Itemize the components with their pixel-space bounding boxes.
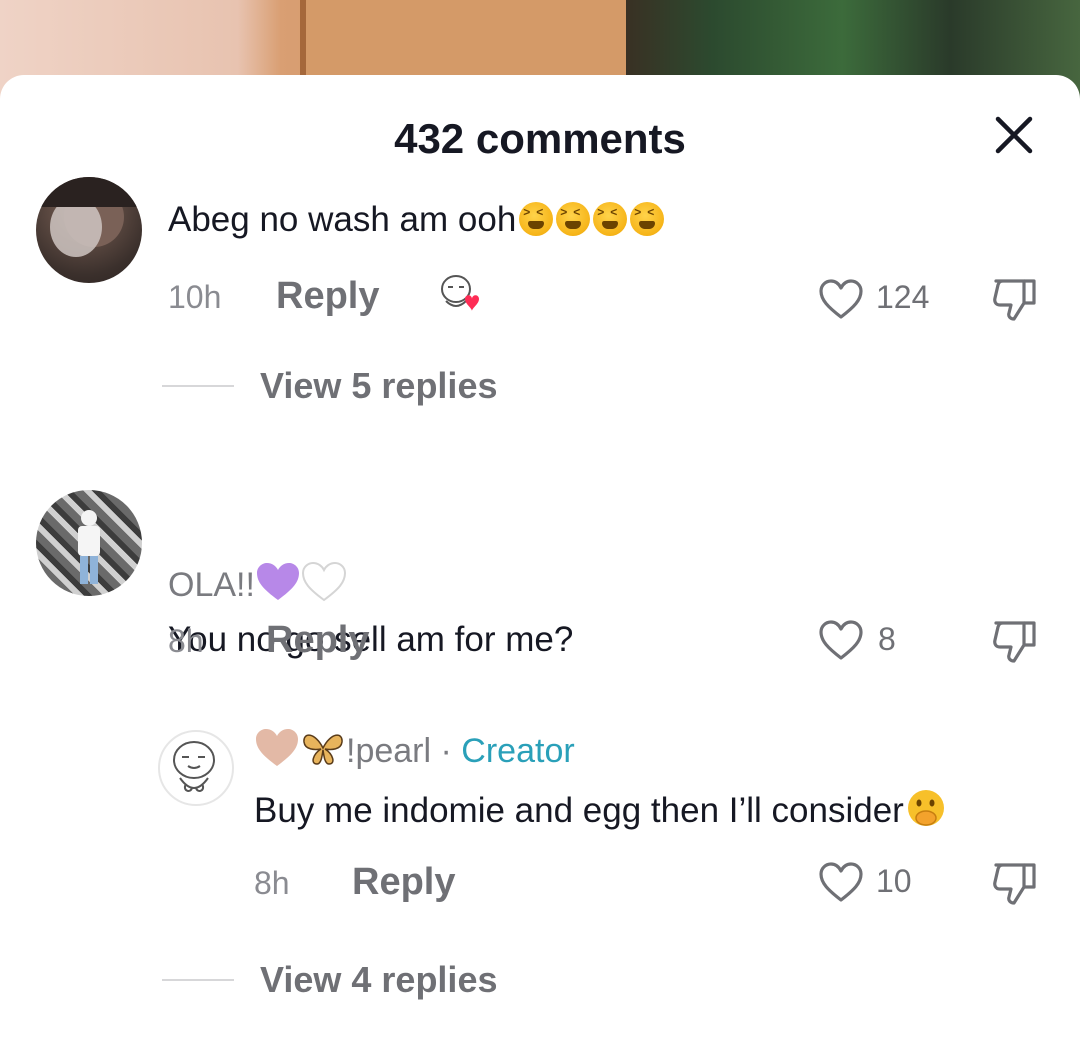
- dislike-button[interactable]: [990, 619, 1038, 670]
- creator-label: Creator: [461, 732, 575, 770]
- heart-outline-icon: [819, 620, 863, 660]
- comment-username[interactable]: OLA!!: [168, 561, 347, 611]
- comment-item: OLA!! You no go sell am for me?: [0, 490, 1080, 720]
- avatar[interactable]: [36, 177, 142, 283]
- dislike-button[interactable]: [990, 277, 1038, 328]
- avatar[interactable]: [158, 730, 234, 806]
- like-button[interactable]: [818, 279, 864, 326]
- like-count: 8: [878, 621, 896, 657]
- thumbs-down-icon: [993, 863, 1036, 905]
- comments-count-title: 432 comments: [394, 115, 686, 162]
- comment-time: 8h: [254, 865, 290, 901]
- creator-liked-icon: [436, 273, 490, 326]
- reply-comment-item: !pearl · Creator Buy me indomie and egg …: [0, 728, 1080, 1030]
- heart-outline-icon: [819, 279, 863, 319]
- view-replies-divider: [162, 979, 234, 981]
- thumbs-down-icon: [993, 279, 1036, 321]
- comment-time: 8h: [168, 623, 204, 659]
- purple-heart-emoji: [255, 562, 301, 611]
- close-icon: [995, 116, 1033, 154]
- avatar[interactable]: [36, 490, 142, 596]
- light-brown-heart-emoji: [254, 728, 300, 777]
- reply-button[interactable]: Reply: [352, 861, 455, 904]
- like-count: 124: [876, 279, 930, 315]
- like-count: 10: [876, 863, 912, 899]
- butterfly-emoji: [300, 728, 346, 777]
- comments-sheet: 432 comments Abeg no wash am ooh 10h Rep…: [0, 75, 1080, 1063]
- comment-item: Abeg no wash am ooh 10h Reply 124 View: [0, 177, 1080, 505]
- view-replies-divider: [162, 385, 234, 387]
- close-button[interactable]: [990, 115, 1038, 159]
- comment-text: Abeg no wash am ooh: [168, 200, 665, 240]
- white-heart-emoji: [301, 561, 347, 611]
- comment-username[interactable]: !pearl · Creator: [254, 728, 575, 777]
- comment-time: 10h: [168, 279, 222, 315]
- tired-face-emoji: [519, 202, 554, 236]
- tired-face-emoji: [593, 202, 628, 236]
- heart-outline-icon: [819, 862, 863, 902]
- tired-face-emoji: [556, 202, 591, 236]
- like-button[interactable]: [818, 620, 864, 667]
- reply-button[interactable]: Reply: [266, 619, 369, 662]
- comment-text: Buy me indomie and egg then I’ll conside…: [254, 788, 946, 837]
- tired-face-emoji: [630, 202, 665, 236]
- reply-button[interactable]: Reply: [276, 275, 379, 318]
- thumbs-down-icon: [993, 621, 1036, 663]
- view-replies-button[interactable]: View 5 replies: [260, 365, 497, 407]
- dislike-button[interactable]: [990, 861, 1038, 912]
- comment-text: You no go sell am for me?: [168, 620, 574, 659]
- like-button[interactable]: [818, 862, 864, 909]
- face-with-hand-over-mouth-emoji: [906, 788, 946, 837]
- view-replies-button[interactable]: View 4 replies: [260, 959, 497, 1001]
